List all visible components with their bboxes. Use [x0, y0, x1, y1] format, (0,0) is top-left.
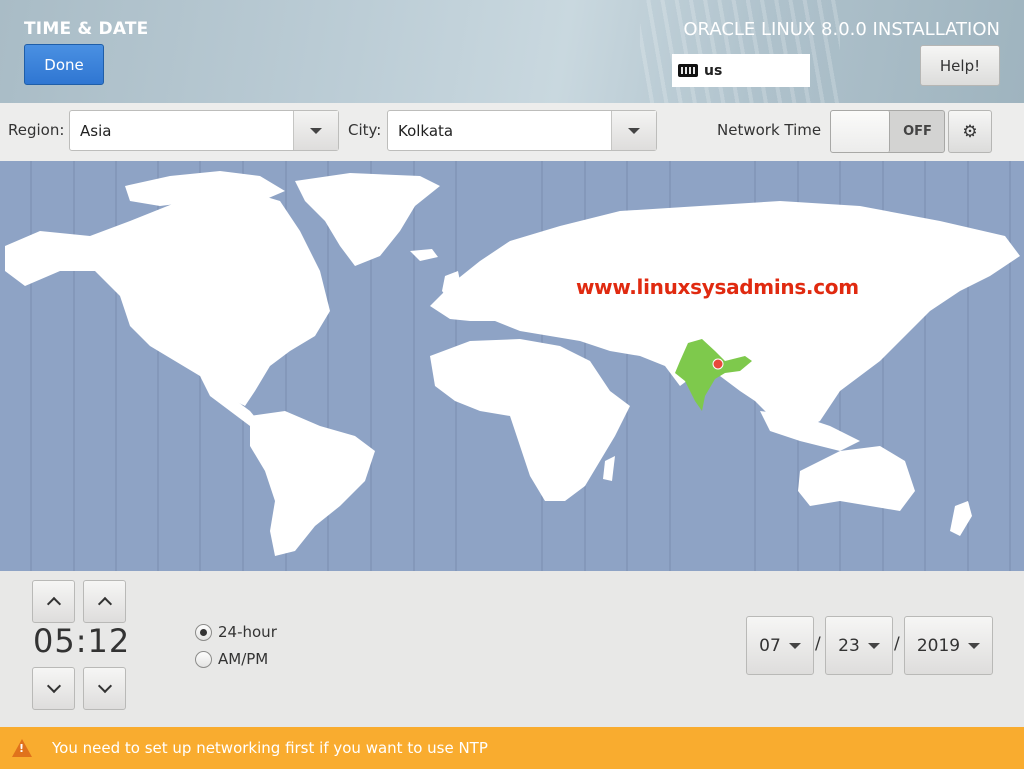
- madagascar: [603, 456, 615, 481]
- region-label: Region:: [8, 121, 65, 139]
- hour-down-button[interactable]: [32, 667, 75, 710]
- radio-label: AM/PM: [218, 650, 269, 668]
- world-map[interactable]: [0, 161, 1024, 571]
- city-value: Kolkata: [398, 121, 454, 140]
- month-value: 07: [759, 635, 781, 656]
- help-button[interactable]: Help!: [920, 45, 1000, 86]
- timezone-map[interactable]: www.linuxsysadmins.com: [0, 161, 1024, 571]
- date-separator: /: [894, 634, 900, 654]
- watermark-text: www.linuxsysadmins.com: [576, 275, 859, 299]
- africa: [430, 339, 630, 501]
- warning-icon: !: [12, 739, 32, 757]
- chevron-up-icon: [97, 596, 112, 612]
- minute-down-button[interactable]: [83, 667, 126, 710]
- network-time-label: Network Time: [717, 121, 822, 139]
- chevron-down-icon: [968, 642, 981, 649]
- done-button[interactable]: Done: [24, 44, 104, 85]
- switch-state: OFF: [903, 124, 932, 139]
- new-zealand: [950, 501, 972, 536]
- hour-up-button[interactable]: [32, 580, 75, 623]
- australia: [798, 446, 915, 511]
- chevron-down-icon: [310, 127, 322, 134]
- radio-am-pm[interactable]: AM/PM: [195, 650, 268, 668]
- header-bar: TIME & DATE Done ORACLE LINUX 8.0.0 INST…: [0, 0, 1024, 103]
- year-value: 2019: [916, 635, 961, 656]
- city-label: City:: [348, 121, 382, 139]
- arctic-islands: [125, 171, 285, 206]
- radio-label: 24-hour: [218, 623, 277, 641]
- keyboard-layout-indicator[interactable]: us: [672, 54, 810, 87]
- landmasses: [5, 171, 1020, 556]
- chevron-down-icon: [867, 642, 880, 649]
- warning-bar: ! You need to set up networking first if…: [0, 727, 1024, 769]
- chevron-down-icon: [788, 642, 801, 649]
- time-display: 05:12: [33, 622, 131, 660]
- switch-knob: [831, 111, 890, 152]
- network-time-switch[interactable]: OFF: [830, 110, 945, 153]
- chevron-down-icon: [46, 678, 61, 694]
- header-decoration: [640, 0, 840, 103]
- keyboard-layout-label: us: [704, 62, 723, 79]
- year-dropdown[interactable]: 2019: [904, 616, 993, 675]
- chevron-up-icon: [46, 596, 61, 612]
- region-combobox[interactable]: Asia: [69, 110, 339, 151]
- keyboard-icon: [678, 64, 698, 77]
- page-title: TIME & DATE: [24, 19, 149, 39]
- location-pin-icon: [712, 358, 724, 370]
- product-title: ORACLE LINUX 8.0.0 INSTALLATION: [683, 19, 1000, 40]
- city-combobox[interactable]: Kolkata: [387, 110, 657, 151]
- chevron-down-icon: [628, 127, 640, 134]
- gears-icon: ⚙: [962, 121, 978, 142]
- south-america: [250, 411, 375, 556]
- region-dropdown-button[interactable]: [293, 111, 338, 150]
- day-value: 23: [838, 635, 860, 656]
- radio-24-hour[interactable]: 24-hour: [195, 623, 277, 641]
- north-america: [5, 186, 330, 406]
- minute-up-button[interactable]: [83, 580, 126, 623]
- day-dropdown[interactable]: 23: [825, 616, 893, 675]
- chevron-down-icon: [97, 678, 112, 694]
- radio-indicator[interactable]: [195, 623, 212, 641]
- warning-text: You need to set up networking first if y…: [52, 739, 488, 757]
- date-separator: /: [815, 634, 821, 654]
- month-dropdown[interactable]: 07: [746, 616, 814, 675]
- radio-indicator[interactable]: [195, 650, 212, 668]
- city-dropdown-button[interactable]: [611, 111, 656, 150]
- region-value: Asia: [80, 121, 112, 140]
- ntp-settings-button[interactable]: ⚙: [948, 110, 992, 153]
